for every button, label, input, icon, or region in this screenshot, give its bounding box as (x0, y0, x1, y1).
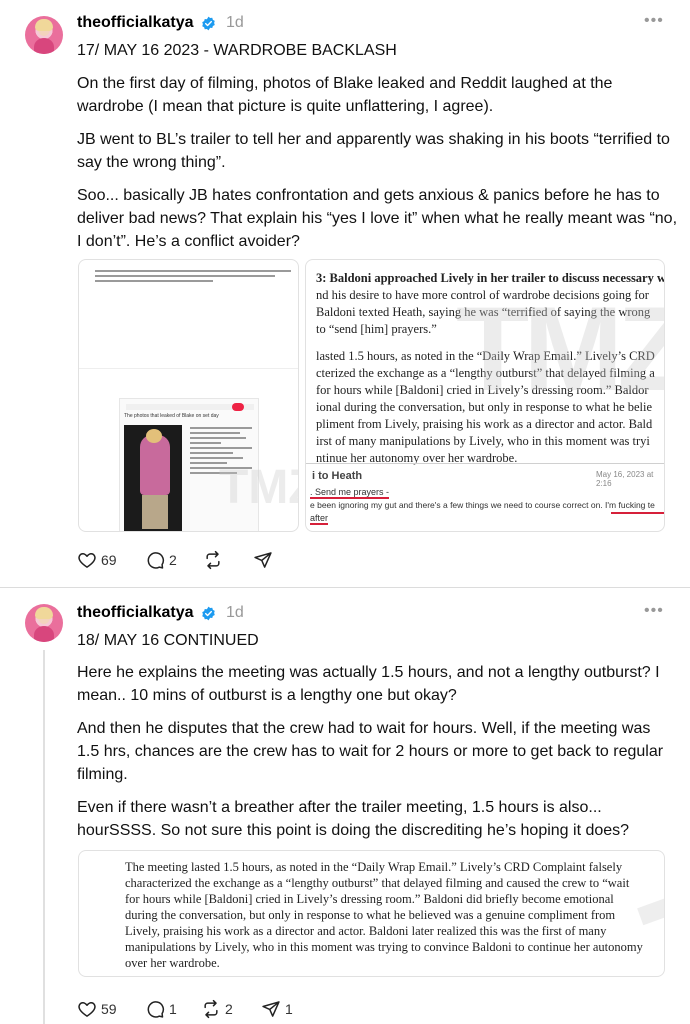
embedded-caption: The photos that leaked of Blake on set d… (124, 413, 219, 419)
like-button[interactable]: 59 (77, 997, 117, 1021)
heart-icon (78, 553, 96, 568)
message-date: May 16, 2023 at 2:16 (596, 470, 654, 488)
post-title: 18/ MAY 16 CONTINUED (77, 632, 259, 649)
send-icon (254, 552, 272, 568)
reply-count: 2 (169, 552, 177, 568)
verified-badge-icon (202, 16, 215, 31)
repost-button[interactable]: 2 (201, 997, 233, 1021)
post-paragraph: Even if there wasn’t a breather after th… (77, 799, 630, 839)
thread-post: theofficialkatya 1d ••• 18/ MAY 16 CONTI… (0, 588, 690, 1024)
message-line: . Send me prayers - (310, 487, 390, 499)
comment-icon (147, 1001, 165, 1018)
photo-head (146, 429, 162, 443)
highlight-underline (611, 512, 664, 514)
username[interactable]: theofficialkatya (77, 604, 193, 622)
post-paragraph: On the first day of filming, photos of B… (77, 75, 613, 115)
repost-icon (204, 999, 218, 1019)
watermark: TMZ (456, 282, 665, 416)
page-separator (79, 368, 298, 369)
leaked-photo (124, 425, 182, 531)
reply-button[interactable]: 2 (145, 548, 177, 572)
like-button[interactable]: 69 (77, 548, 117, 572)
document-text: The meeting lasted 1.5 hours, as noted i… (125, 860, 643, 970)
verified-badge-icon (202, 606, 215, 621)
reply-button[interactable]: 1 (145, 997, 177, 1021)
media-image-left[interactable]: The photos that leaked of Blake on set d… (78, 259, 299, 532)
share-button[interactable] (253, 548, 273, 572)
message-line: after (310, 513, 329, 525)
media-document-image[interactable]: The meeting lasted 1.5 hours, as noted i… (78, 850, 665, 977)
doc-line: ntinue her autonomy over her wardrobe. (316, 451, 518, 465)
avatar-hair (35, 19, 53, 31)
post-time: 1d (226, 604, 244, 621)
avatar[interactable] (25, 16, 63, 54)
watermark: TMZ (219, 461, 298, 514)
reply-count: 1 (169, 1001, 177, 1017)
repost-button[interactable] (203, 548, 223, 572)
repost-count: 2 (225, 1001, 233, 1017)
thread-connector-line (43, 650, 45, 1024)
message-line: e been ignoring my gut and there's a few… (310, 500, 655, 510)
heart-icon (78, 1002, 96, 1017)
section-rule (306, 463, 664, 464)
embedded-follow-badge (232, 403, 244, 411)
photo-figure (140, 435, 170, 495)
repost-icon (206, 550, 220, 570)
post-paragraph: JB went to BL’s trailer to tell her and … (77, 131, 670, 171)
more-options-icon[interactable]: ••• (644, 602, 664, 620)
post-paragraph: Here he explains the meeting was actuall… (77, 664, 660, 704)
username[interactable]: theofficialkatya (77, 14, 193, 32)
message-header: i to Heath (312, 470, 363, 482)
avatar-hair (35, 607, 53, 619)
doc-line: pliment from Lively, praising his work a… (316, 417, 653, 431)
comment-icon (147, 552, 165, 569)
post-title: 17/ MAY 16 2023 - WARDROBE BACKLASH (77, 42, 397, 59)
share-button[interactable]: 1 (261, 997, 293, 1021)
doc-line: irst of many manipulations by Lively, wh… (316, 434, 650, 448)
thread-post: theofficialkatya 1d ••• 17/ MAY 16 2023 … (0, 0, 690, 587)
more-options-icon[interactable]: ••• (644, 12, 664, 30)
post-paragraph: And then he disputes that the crew had t… (77, 720, 664, 783)
photo-lower (142, 495, 168, 529)
document-snippet (95, 270, 291, 285)
media-image-right[interactable]: 3: Baldoni approached Lively in her trai… (305, 259, 665, 532)
share-count: 1 (285, 1001, 293, 1017)
avatar[interactable] (25, 604, 63, 642)
like-count: 59 (101, 1001, 117, 1017)
post-time: 1d (226, 14, 244, 31)
send-icon (262, 1001, 280, 1017)
post-paragraph: Soo... basically JB hates confrontation … (77, 187, 678, 250)
like-count: 69 (101, 552, 117, 568)
